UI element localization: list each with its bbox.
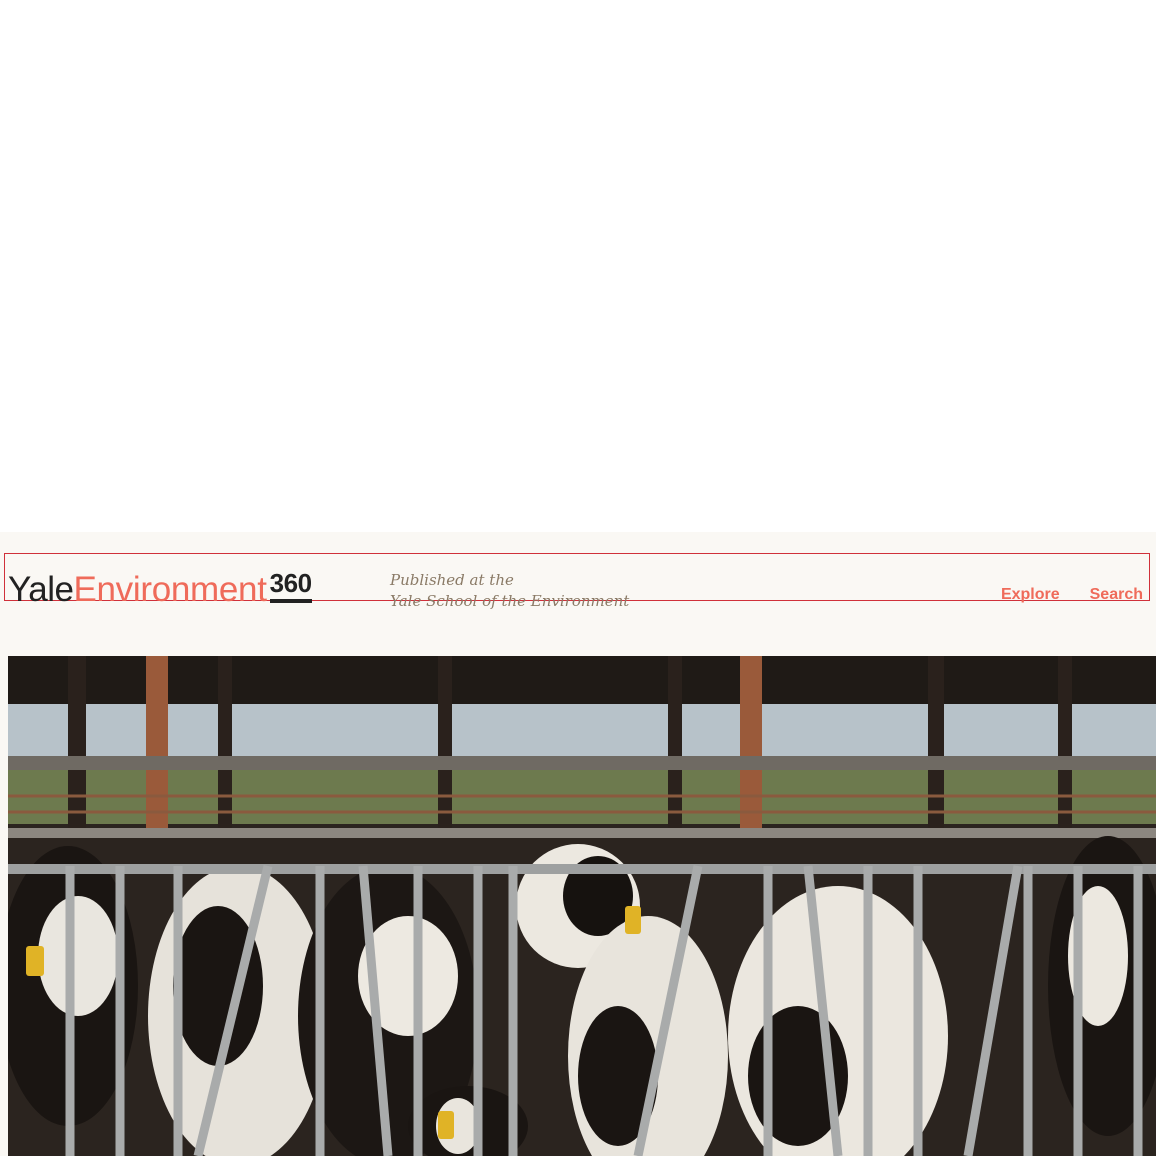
logo-yale-text: Yale [8,570,74,609]
blank-top-area [0,0,1156,532]
site-logo[interactable]: Yale Environment 360 [8,568,312,612]
page: Yale Environment 360 Published at the Ya… [0,0,1156,1156]
logo-environment-text: Environment [73,570,267,609]
tagline-line-2: Yale School of the Environment [390,592,630,610]
main-nav: Explore Search [1001,584,1143,606]
site-tagline: Published at the Yale School of the Envi… [390,570,629,612]
hero-photo-illustration [8,656,1156,1156]
tagline-line-1: Published at the [390,571,514,589]
hero-image [8,656,1156,1156]
explore-link[interactable]: Explore [1001,584,1060,606]
logo-360-text: 360 [269,568,312,603]
search-link[interactable]: Search [1090,584,1143,606]
